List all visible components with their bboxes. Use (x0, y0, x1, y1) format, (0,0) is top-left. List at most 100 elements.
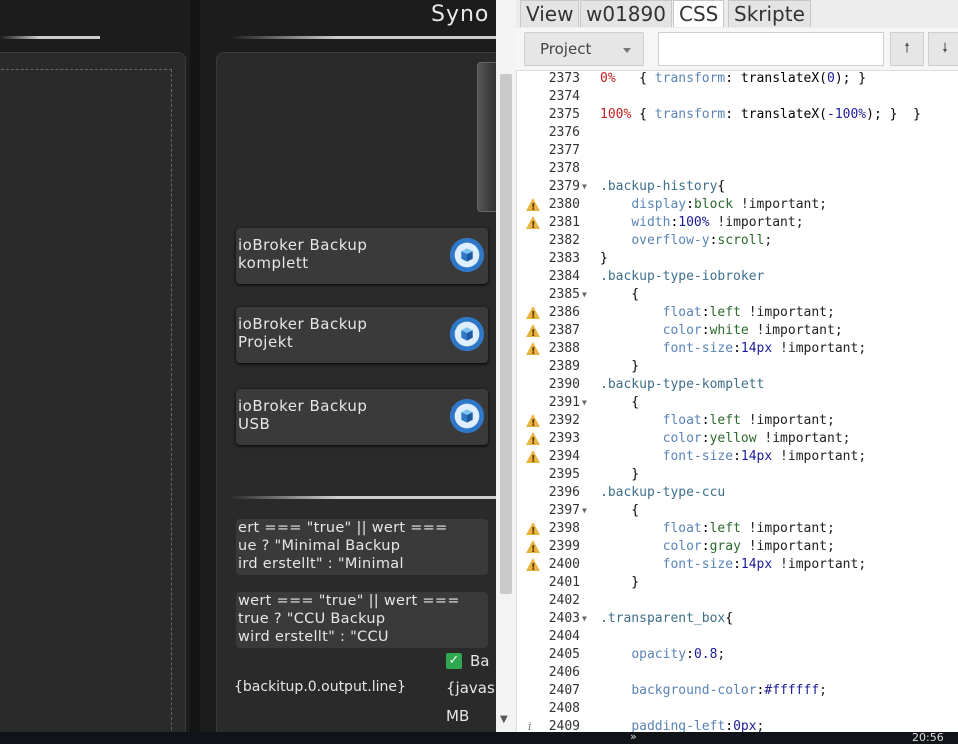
code-line[interactable]: 2401 } (516, 574, 958, 592)
warning-icon[interactable] (526, 306, 540, 325)
clock: 20:56 (912, 731, 944, 744)
code-line[interactable]: 2404 (516, 628, 958, 646)
code-line[interactable]: 2395 } (516, 466, 958, 484)
code-line[interactable]: 2392 float:left !important; (516, 412, 958, 433)
warning-icon[interactable] (526, 450, 540, 469)
vertical-scrollbar[interactable]: ▼ (496, 0, 517, 732)
divider-line (230, 496, 496, 499)
search-prev-button[interactable]: 🠕 (890, 32, 924, 66)
code-text: float:left !important; (662, 521, 835, 536)
code-text: float:left !important; (662, 305, 835, 320)
info-icon[interactable]: i (528, 718, 532, 732)
warning-icon[interactable] (526, 342, 540, 361)
code-line[interactable]: 2391 ▼ { (516, 394, 958, 412)
warning-icon[interactable] (526, 198, 540, 217)
code-line[interactable]: 2385 ▼ { (516, 286, 958, 304)
dashboard-view: Syno ioBroker Backup komplett ioBroker B… (0, 0, 496, 732)
code-line[interactable]: 2386 float:left !important; (516, 304, 958, 325)
code-line[interactable]: 2402 (516, 592, 958, 610)
code-line[interactable]: 2408 (516, 700, 958, 718)
project-select-value: Project (540, 40, 592, 58)
warning-icon[interactable] (526, 216, 540, 235)
code-line[interactable]: 2403 ▼ .transparent_box{ (516, 610, 958, 628)
code-line[interactable]: 2382 overflow-y:scroll; (516, 232, 958, 250)
line-number: 2374 (548, 89, 580, 104)
backup-icon (449, 398, 485, 434)
backup-usb-button[interactable]: ioBroker Backup USB (236, 389, 488, 445)
code-line[interactable]: 2376 (516, 124, 958, 142)
tab-skripte[interactable]: Skripte (728, 0, 811, 27)
checkbox[interactable]: ✓ (446, 653, 462, 669)
code-line[interactable]: 2398 float:left !important; (516, 520, 958, 541)
code-line[interactable]: 2407 background-color:#ffffff; (516, 682, 958, 700)
code-text: opacity:0.8; (631, 647, 726, 662)
code-line[interactable]: 2377 (516, 142, 958, 160)
css-editor-panel: ▼ View w01890 CSS Skripte Project 🠕 🠗 23… (496, 0, 958, 732)
backup-komplett-button[interactable]: ioBroker Backup komplett (236, 228, 488, 284)
code-line[interactable]: 2379 ▼ .backup-history{ (516, 178, 958, 196)
code-line[interactable]: 2378 (516, 160, 958, 178)
line-number: 2385 (548, 287, 580, 302)
code-line[interactable]: 2375 100% { transform: translateX(-100%);… (516, 106, 958, 124)
code-line[interactable]: 2399 color:gray !important; (516, 538, 958, 559)
line-number: 2396 (548, 485, 580, 500)
scroll-down-icon[interactable]: ▼ (500, 714, 508, 725)
code-line[interactable]: 2387 color:white !important; (516, 322, 958, 343)
code-line[interactable]: 2393 color:yellow !important; (516, 430, 958, 451)
binding-text: ert === "true" || wert === ue ? "Minimal… (238, 520, 448, 572)
code-line[interactable]: 2397 ▼ { (516, 502, 958, 520)
line-number: 2402 (548, 593, 580, 608)
code-line[interactable]: 2384 .backup-type-iobroker (516, 268, 958, 286)
code-line[interactable]: 2383} (516, 250, 958, 268)
fold-toggle-icon[interactable]: ▼ (582, 502, 587, 520)
code-line[interactable]: 2394 font-size:14px !important; (516, 448, 958, 469)
line-number: 2405 (548, 647, 580, 662)
warning-icon[interactable] (526, 558, 540, 577)
search-next-button[interactable]: 🠗 (928, 32, 958, 66)
warning-icon[interactable] (526, 324, 540, 343)
warning-icon[interactable] (526, 540, 540, 559)
line-number: 2392 (548, 413, 580, 428)
fold-toggle-icon[interactable]: ▼ (582, 286, 587, 304)
line-number: 2389 (548, 359, 580, 374)
code-line[interactable]: 2396 .backup-type-ccu (516, 484, 958, 502)
code-line[interactable]: 2390 .backup-type-komplett (516, 376, 958, 394)
search-input[interactable] (658, 32, 884, 66)
line-number: 2379 (548, 179, 580, 194)
taskbar: » 20:56 (0, 730, 958, 744)
binding-text: wert === "true" || wert === true ? "CCU … (238, 593, 460, 645)
project-select[interactable]: Project (524, 32, 644, 66)
button-label: ioBroker Backup komplett (238, 236, 368, 272)
code-line[interactable]: 2388 font-size:14px !important; (516, 340, 958, 361)
tab-css[interactable]: CSS (673, 0, 725, 27)
scrollbar-thumb[interactable] (500, 74, 512, 594)
warning-icon[interactable] (526, 522, 540, 541)
warning-icon[interactable] (526, 414, 540, 433)
line-number: 2394 (548, 449, 580, 464)
fold-toggle-icon[interactable]: ▼ (582, 394, 587, 412)
code-line[interactable]: 2400 font-size:14px !important; (516, 556, 958, 577)
code-line[interactable]: 2405 opacity:0.8; (516, 646, 958, 664)
arrow-up-icon: 🠕 (904, 41, 910, 56)
code-line[interactable]: 2374 (516, 88, 958, 106)
fold-toggle-icon[interactable]: ▼ (582, 610, 587, 628)
code-text: color:gray !important; (662, 539, 835, 554)
code-line[interactable]: 2373 0% { transform: translateX(0); } (516, 70, 958, 88)
code-line[interactable]: i 2409 padding-left:0px; (516, 718, 958, 732)
tab-w01890[interactable]: w01890 (580, 0, 672, 27)
warning-icon[interactable] (526, 432, 540, 451)
code-line[interactable]: 2380 display:block !important; (516, 196, 958, 217)
tab-view[interactable]: View (520, 0, 580, 27)
code-text: .backup-type-iobroker (600, 269, 765, 284)
code-area[interactable]: 2373 0% { transform: translateX(0); } 2374… (516, 70, 958, 732)
backup-projekt-button[interactable]: ioBroker Backup Projekt (236, 307, 488, 363)
checkbox-label: Ba (470, 652, 490, 670)
code-line[interactable]: 2381 width:100% !important; (516, 214, 958, 235)
chevron-right-icon[interactable]: » (630, 730, 637, 743)
code-line[interactable]: 2406 (516, 664, 958, 682)
line-number: 2384 (548, 269, 580, 284)
line-number: 2375 (548, 107, 580, 122)
code-line[interactable]: 2389 } (516, 358, 958, 376)
fold-toggle-icon[interactable]: ▼ (582, 178, 587, 196)
code-text: .backup-history{ (600, 179, 726, 194)
